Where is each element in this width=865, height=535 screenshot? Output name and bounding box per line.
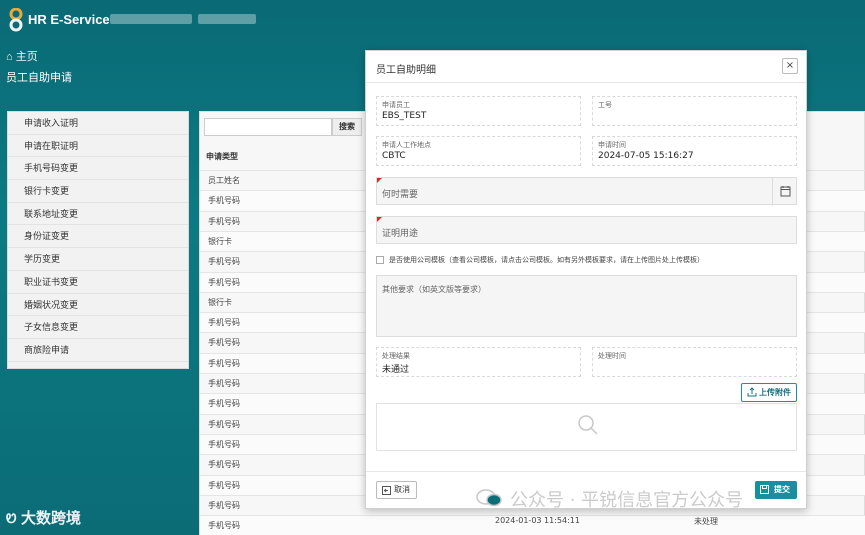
sidebar-item-education[interactable]: 学历变更 bbox=[8, 248, 188, 271]
search-button[interactable]: 搜索 bbox=[332, 118, 362, 136]
use-template-checkbox[interactable] bbox=[376, 256, 384, 264]
calendar-icon bbox=[780, 186, 791, 197]
other-requirements-placeholder: 其他要求（如英文版等要求） bbox=[382, 285, 486, 294]
other-requirements-textarea[interactable]: 其他要求（如英文版等要求） bbox=[376, 275, 797, 337]
employee-no-field: 工号 bbox=[592, 96, 797, 126]
required-marker bbox=[377, 178, 382, 183]
process-time-field: 处理时间 bbox=[592, 347, 797, 377]
sidebar-item-children[interactable]: 子女信息变更 bbox=[8, 316, 188, 339]
result-field: 处理结果 未通过 bbox=[376, 347, 581, 377]
logo-icon bbox=[9, 8, 23, 32]
top-bar: HR E-Service bbox=[0, 0, 865, 40]
divider bbox=[366, 471, 806, 472]
process-time-label: 处理时间 bbox=[598, 352, 626, 360]
wechat-icon bbox=[476, 489, 502, 507]
purpose-placeholder: 证明用途 bbox=[382, 229, 419, 239]
home-icon: ⌂ bbox=[6, 51, 16, 63]
sidebar-item-travel-insurance[interactable]: 商旅险申请 bbox=[8, 339, 188, 362]
workplace-value: CBTC bbox=[382, 151, 406, 161]
date-picker-button[interactable] bbox=[772, 178, 796, 206]
home-link[interactable]: ⌂ 主页 bbox=[6, 48, 38, 64]
sidebar-item-employment-cert[interactable]: 申请在职证明 bbox=[8, 135, 188, 158]
attachment-dropzone[interactable] bbox=[376, 403, 797, 451]
purpose-input[interactable]: 证明用途 bbox=[376, 216, 797, 244]
save-icon bbox=[760, 485, 769, 494]
search-input[interactable] bbox=[204, 118, 332, 136]
redacted-text bbox=[198, 14, 256, 24]
redacted-text bbox=[110, 14, 192, 24]
upload-icon bbox=[747, 387, 757, 397]
last-row-status: 未处理 bbox=[694, 517, 718, 526]
sidebar-item-phone-change[interactable]: 手机号码变更 bbox=[8, 157, 188, 181]
use-template-label: 是否使用公司模板（查看公司模板，请点击公司模板。如有另外模板要求，请在上传图片处… bbox=[389, 256, 704, 264]
home-label: 主页 bbox=[15, 51, 38, 63]
watermark-left-text: 大数跨境 bbox=[21, 509, 82, 527]
applicant-value: EBS_TEST bbox=[382, 111, 427, 121]
submit-label: 提交 bbox=[774, 485, 790, 494]
upload-attachment-button[interactable]: 上传附件 bbox=[741, 383, 797, 402]
sidebar-item-bank-card[interactable]: 银行卡变更 bbox=[8, 180, 188, 203]
cancel-label: 取消 bbox=[394, 485, 410, 494]
result-value: 未通过 bbox=[382, 365, 410, 375]
watermark-left-logo: Ꮼ bbox=[6, 512, 21, 527]
workplace-field: 申请人工作地点 CBTC bbox=[376, 136, 581, 166]
submit-button[interactable]: 提交 bbox=[755, 481, 797, 499]
when-needed-placeholder: 何时需要 bbox=[382, 190, 419, 200]
sidebar-item-marital[interactable]: 婚姻状况变更 bbox=[8, 294, 188, 317]
apply-time-label: 申请时间 bbox=[598, 141, 626, 149]
column-header-type: 申请类型 bbox=[206, 152, 238, 161]
magnifier-icon bbox=[578, 415, 598, 435]
required-marker bbox=[377, 217, 382, 222]
sidebar-item-id-card[interactable]: 身份证变更 bbox=[8, 225, 188, 249]
sidebar-item-certificate[interactable]: 职业证书变更 bbox=[8, 271, 188, 294]
when-needed-input[interactable]: 何时需要 bbox=[376, 177, 797, 206]
modal-title: 员工自助明细 bbox=[376, 65, 436, 76]
watermark-right: 公众号 · 平锐信息官方公众号 bbox=[510, 490, 744, 511]
applicant-field: 申请员工 EBS_TEST bbox=[376, 96, 581, 126]
employee-no-label: 工号 bbox=[598, 101, 612, 109]
page-title: 员工自助申请 bbox=[6, 72, 72, 84]
sidebar: 申请收入证明 申请在职证明 手机号码变更 银行卡变更 联系地址变更 身份证变更 … bbox=[7, 111, 189, 369]
workplace-label: 申请人工作地点 bbox=[382, 141, 431, 149]
watermark-left: Ꮼ 大数跨境 bbox=[6, 507, 81, 528]
applicant-label: 申请员工 bbox=[382, 101, 410, 109]
app-title: HR E-Service bbox=[28, 12, 110, 27]
divider bbox=[366, 82, 806, 83]
upload-label: 上传附件 bbox=[759, 388, 791, 397]
detail-modal: 员工自助明细 × 申请员工 EBS_TEST 工号 申请人工作地点 CBTC 申… bbox=[365, 50, 807, 509]
close-button[interactable]: × bbox=[782, 58, 798, 74]
last-row-time: 2024-01-03 11:54:11 bbox=[495, 516, 580, 525]
apply-time-field: 申请时间 2024-07-05 15:16:27 bbox=[592, 136, 797, 166]
sidebar-item-address[interactable]: 联系地址变更 bbox=[8, 203, 188, 226]
back-icon bbox=[382, 486, 391, 495]
cancel-button[interactable]: 取消 bbox=[376, 481, 417, 499]
apply-time-value: 2024-07-05 15:16:27 bbox=[598, 151, 694, 161]
result-label: 处理结果 bbox=[382, 352, 410, 360]
sidebar-item-income-cert[interactable]: 申请收入证明 bbox=[8, 112, 188, 135]
